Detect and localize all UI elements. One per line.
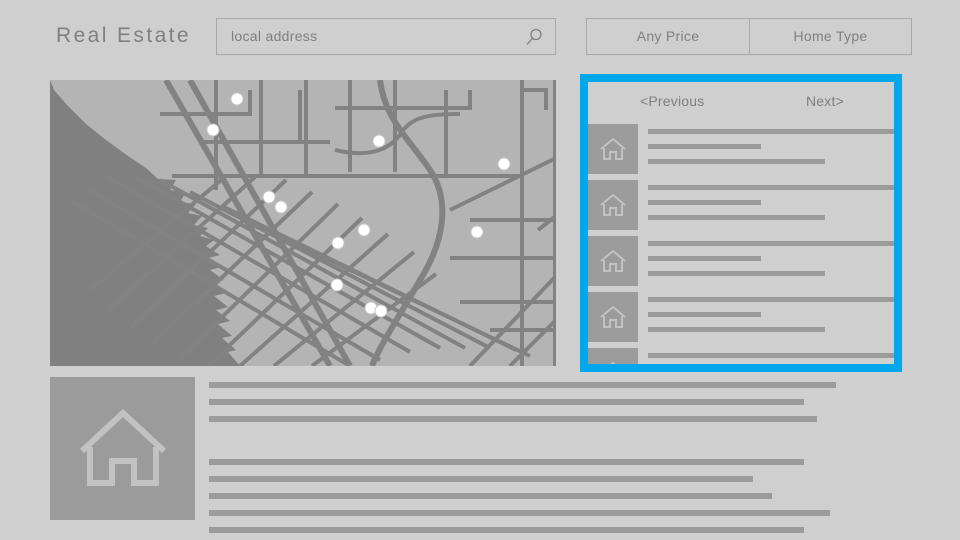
app-root: Real Estate local address Any Price Home… (0, 0, 960, 540)
listing-text-lines (638, 236, 894, 286)
list-item[interactable] (588, 348, 894, 364)
listing-thumbnail (588, 292, 638, 342)
detail-paragraph-secondary (209, 459, 849, 540)
list-item[interactable] (588, 180, 894, 230)
listing-list (588, 124, 894, 364)
map-graphic (50, 80, 556, 366)
search-input[interactable]: local address (216, 18, 556, 55)
previous-page-link[interactable]: <Previous (640, 93, 704, 109)
listing-thumbnail (588, 124, 638, 174)
list-item[interactable] (588, 124, 894, 174)
listing-thumbnail (588, 180, 638, 230)
filter-any-price[interactable]: Any Price (587, 19, 749, 54)
listing-text-lines (638, 180, 894, 230)
detail-thumbnail[interactable] (50, 377, 195, 520)
page-title: Real Estate (56, 24, 191, 47)
listing-text-lines (638, 292, 894, 342)
filter-home-type[interactable]: Home Type (749, 19, 911, 54)
listing-thumbnail (588, 348, 638, 364)
pagination: <Previous Next> (588, 82, 894, 124)
detail-paragraph-primary (209, 382, 849, 433)
search-input-value: local address (231, 28, 318, 44)
listing-text-lines (638, 348, 894, 364)
house-icon (79, 409, 167, 486)
search-icon[interactable] (525, 28, 543, 46)
filter-group: Any Price Home Type (586, 18, 912, 55)
next-page-link[interactable]: Next> (806, 93, 844, 109)
listings-panel: <Previous Next> (580, 74, 902, 372)
list-item[interactable] (588, 236, 894, 286)
list-item[interactable] (588, 292, 894, 342)
listing-thumbnail (588, 236, 638, 286)
map-canvas[interactable] (50, 80, 556, 366)
listing-text-lines (638, 124, 894, 174)
